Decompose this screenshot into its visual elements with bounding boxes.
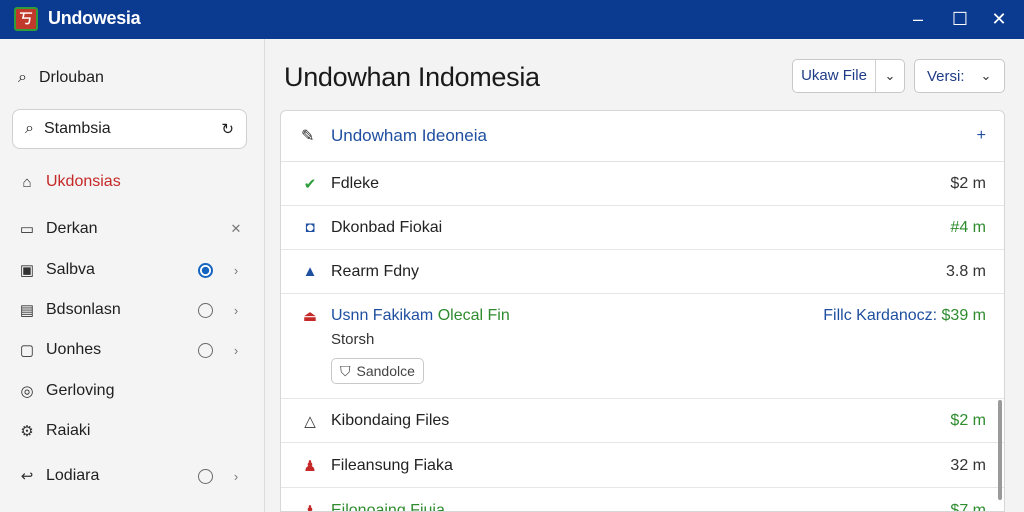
file-name: Fileansung Fiaka bbox=[331, 456, 453, 474]
home-icon: ⌂ bbox=[22, 173, 32, 191]
chevron-right-icon[interactable]: › bbox=[229, 343, 243, 358]
file-panel: ✎ Undowham Ideoneia + ✔ Fdleke $2 m ◘ Dk… bbox=[280, 110, 1005, 512]
list-item[interactable]: ◘ Dkonbad Fiokai #4 m bbox=[281, 206, 1004, 250]
upload-file-button[interactable]: Ukaw File bbox=[793, 60, 876, 92]
chevron-down-icon: ⌄ bbox=[980, 68, 992, 83]
radio-button[interactable] bbox=[198, 302, 213, 318]
search-icon: ⌕ bbox=[18, 69, 27, 86]
window-icon: ▭ bbox=[19, 221, 35, 238]
lock-icon: ◘ bbox=[305, 219, 315, 236]
version-label: Versi: bbox=[927, 67, 965, 85]
sidebar-item-label: Gerloving bbox=[46, 382, 115, 399]
sidebar-item-salbva[interactable]: ▣ Salbva › bbox=[18, 256, 243, 284]
close-button[interactable]: ✕ bbox=[984, 4, 1014, 34]
file-size: 32 m bbox=[950, 456, 986, 474]
file-name: Kibondaing Files bbox=[331, 411, 450, 429]
sidebar-item-label: Salbva bbox=[46, 261, 95, 278]
image-icon: ▣ bbox=[19, 262, 35, 279]
sidebar-search-header[interactable]: ⌕ Drlouban bbox=[18, 69, 104, 87]
settings-icon: ⚙ bbox=[20, 423, 34, 440]
page-title: Undowhan Indomesia bbox=[284, 62, 540, 92]
expanded-title-primary: Usnn Fakikam bbox=[331, 307, 434, 324]
list-item[interactable]: ✔ Fdleke $2 m bbox=[281, 162, 1004, 206]
document-icon: ▤ bbox=[19, 302, 35, 319]
file-size: $2 m bbox=[950, 174, 986, 192]
file-size: 3.8 m bbox=[945, 262, 986, 280]
file-size: $7 m bbox=[950, 501, 986, 512]
person-icon: ♟ bbox=[303, 502, 317, 512]
warning-icon: ▲ bbox=[302, 263, 318, 280]
sidebar-item-label: Uonhes bbox=[46, 341, 102, 358]
maximize-button[interactable]: ☐ bbox=[945, 4, 975, 34]
chevron-down-icon[interactable]: ⌄ bbox=[876, 60, 904, 92]
radio-button[interactable] bbox=[198, 342, 213, 358]
sidebar-item-label: Derkan bbox=[46, 220, 98, 237]
sidebar-item-uonhes[interactable]: ▢ Uonhes › bbox=[18, 336, 243, 364]
scrollbar[interactable] bbox=[998, 400, 1002, 500]
upload-file-split-button[interactable]: Ukaw File ⌄ bbox=[792, 59, 905, 93]
list-item[interactable]: ▲ Rearm Fdny 3.8 m bbox=[281, 250, 1004, 294]
folder-icon: ▢ bbox=[19, 342, 35, 359]
file-name: Fdleke bbox=[331, 174, 380, 192]
radio-selected[interactable] bbox=[198, 262, 213, 278]
search-icon: ⌕ bbox=[25, 120, 34, 137]
app-logo-icon: 丂 bbox=[14, 7, 38, 31]
expanded-meta: Fillc Kardanocz: $39 m bbox=[823, 307, 986, 325]
meta-label: Fillc Kardanocz: bbox=[823, 307, 942, 324]
expanded-content: Usnn Fakikam Olecal Fin Storsh ⛉ Sandolc… bbox=[331, 307, 823, 384]
app-title: Undowesia bbox=[48, 8, 141, 28]
search-value: Stambsia bbox=[43, 120, 111, 137]
sidebar-top-label: Drlouban bbox=[38, 69, 104, 86]
file-size: #4 m bbox=[950, 218, 986, 236]
edit-icon[interactable]: ✎ bbox=[301, 126, 319, 146]
list-item-expanded[interactable]: ⏏ Usnn Fakikam Olecal Fin Storsh ⛉ Sando… bbox=[281, 295, 1004, 399]
sidebar-item-lodiara[interactable]: ↩ Lodiara › bbox=[18, 462, 243, 490]
person-icon: ♟ bbox=[303, 457, 317, 475]
expanded-title-secondary: Olecal Fin bbox=[437, 307, 510, 324]
sidebar-item-gerloving[interactable]: ◎ Gerloving bbox=[18, 377, 243, 405]
upload-icon: △ bbox=[304, 412, 316, 430]
sidebar-item-label: Bdsonlasn bbox=[46, 301, 121, 318]
link-icon: ↩ bbox=[20, 468, 34, 485]
panel-title: Undowham Ideoneia bbox=[331, 126, 487, 145]
file-name: Dkonbad Fiokai bbox=[331, 218, 443, 236]
list-item[interactable]: ♟ Eilonoaing Fiuia $7 m bbox=[281, 489, 1004, 512]
file-name: Rearm Fdny bbox=[331, 262, 420, 280]
panel-header: ✎ Undowham Ideoneia + bbox=[281, 111, 1004, 162]
radio-button[interactable] bbox=[198, 468, 213, 484]
chevron-right-icon[interactable]: › bbox=[229, 303, 243, 318]
sidebar-item-label: Raiaki bbox=[46, 422, 91, 439]
check-shield-icon: ✔ bbox=[303, 175, 317, 193]
sidebar-item-label: Ukdonsias bbox=[46, 173, 121, 190]
list-item[interactable]: ♟ Fileansung Fiaka 32 m bbox=[281, 444, 1004, 488]
file-size: $2 m bbox=[950, 411, 986, 429]
sidebar: ⌕ Drlouban ⌕ Stambsia ↻ ⌂ Ukdonsias ▭ De… bbox=[0, 39, 265, 512]
upload-alert-icon: ⏏ bbox=[302, 308, 318, 325]
sidebar-item-bdsonlasn[interactable]: ▤ Bdsonlasn › bbox=[18, 296, 243, 324]
sidebar-item-ukdonsias[interactable]: ⌂ Ukdonsias bbox=[18, 168, 243, 196]
close-icon[interactable]: ✕ bbox=[229, 221, 243, 237]
expanded-title: Usnn Fakikam Olecal Fin bbox=[331, 307, 823, 325]
list-item[interactable]: △ Kibondaing Files $2 m bbox=[281, 399, 1004, 443]
chevron-right-icon[interactable]: › bbox=[229, 263, 243, 278]
search-input[interactable]: ⌕ Stambsia ↻ bbox=[12, 109, 247, 149]
title-bar: 丂 Undowesia – ☐ ✕ bbox=[0, 0, 1024, 39]
chevron-right-icon[interactable]: › bbox=[229, 469, 243, 484]
expanded-subtitle: Storsh bbox=[331, 331, 375, 348]
chip-label: Sandolce bbox=[356, 363, 415, 379]
minimize-button[interactable]: – bbox=[903, 4, 933, 34]
sidebar-item-derkan[interactable]: ▭ Derkan ✕ bbox=[18, 215, 243, 243]
add-icon[interactable]: + bbox=[977, 127, 986, 145]
sync-icon: ◎ bbox=[20, 383, 34, 400]
file-name: Eilonoaing Fiuia bbox=[331, 501, 445, 512]
meta-value: $39 m bbox=[941, 307, 986, 324]
shield-icon: ⛉ bbox=[340, 362, 351, 379]
version-dropdown[interactable]: Versi: ⌄ bbox=[914, 59, 1005, 93]
sidebar-item-label: Lodiara bbox=[46, 467, 100, 484]
refresh-icon[interactable]: ↻ bbox=[221, 120, 234, 138]
sandbox-chip[interactable]: ⛉ Sandolce bbox=[331, 358, 424, 384]
sidebar-item-raiaki[interactable]: ⚙ Raiaki bbox=[18, 417, 243, 445]
